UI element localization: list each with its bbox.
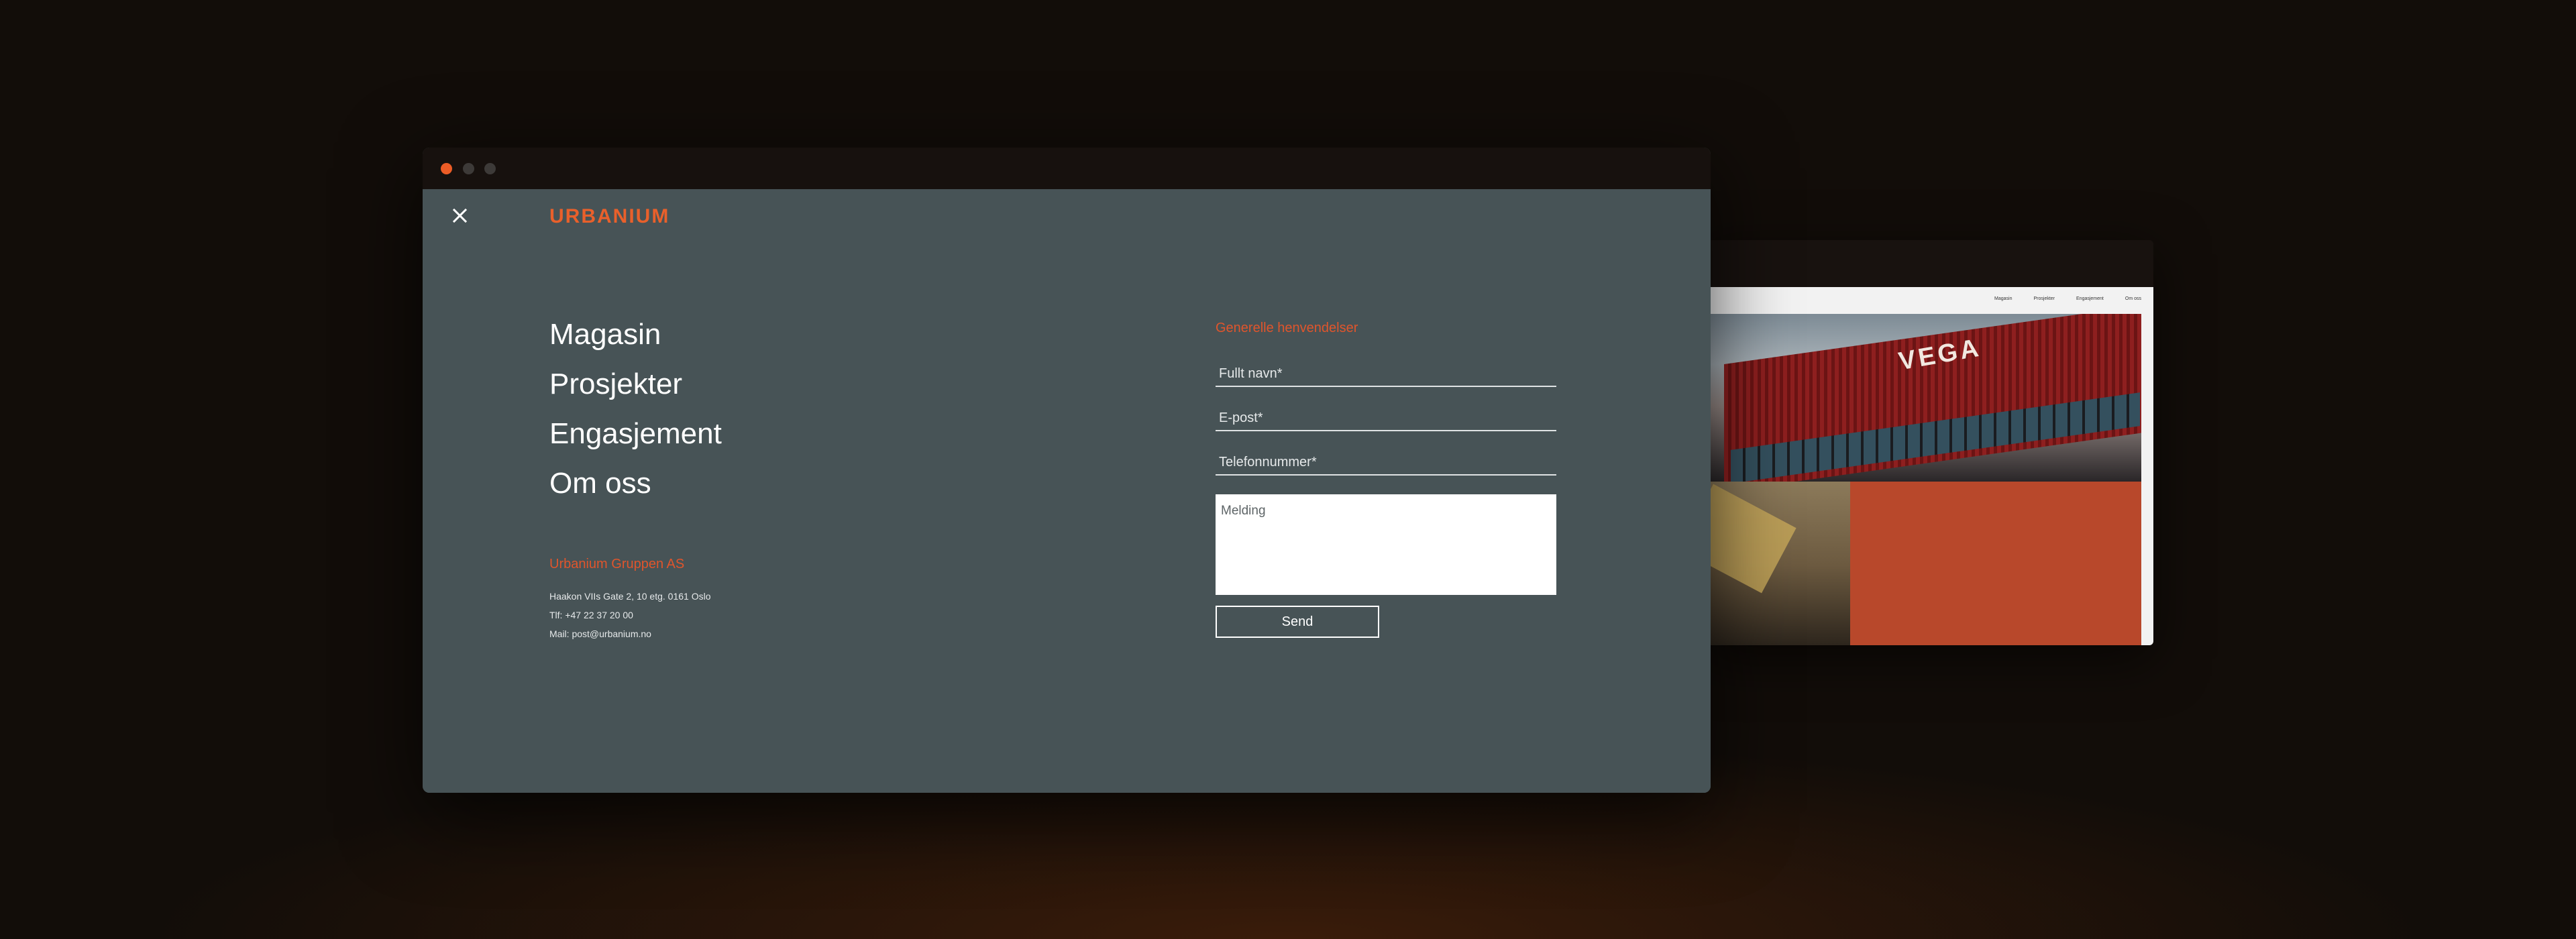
plaque <box>1704 484 1796 594</box>
contact-form: Generelle henvendelser Send <box>1216 321 1556 638</box>
name-field-wrapper <box>1216 363 1556 387</box>
window-close-dot[interactable] <box>441 163 452 174</box>
email-input[interactable] <box>1216 407 1556 429</box>
window-titlebar <box>423 148 1711 189</box>
background-nav-item: Engasjement <box>2076 296 2104 301</box>
full-name-input[interactable] <box>1216 363 1556 384</box>
company-name: Urbanium Gruppen AS <box>549 557 685 571</box>
contact-form-heading: Generelle henvendelser <box>1216 321 1358 335</box>
background-nav: Magasin Prosjekter Engasjement Om oss <box>1994 296 2141 301</box>
company-info: Urbanium Gruppen AS Haakon VIIs Gate 2, … <box>549 557 710 643</box>
menu-item-magasin[interactable]: Magasin <box>549 310 722 360</box>
window-minimize-dot[interactable] <box>463 163 474 174</box>
main-menu: Magasin Prosjekter Engasjement Om oss <box>549 310 722 508</box>
company-phone[interactable]: Tlf: +47 22 37 20 00 <box>549 606 710 624</box>
logo[interactable]: URBANIUM <box>549 205 669 228</box>
building-photo: VEGA <box>1704 314 2141 482</box>
background-window-titlebar <box>1704 240 2153 287</box>
menu-overlay: URBANIUM Magasin Prosjekter Engasjement … <box>423 189 1711 793</box>
background-website-preview: Magasin Prosjekter Engasjement Om oss VE… <box>1704 287 2153 645</box>
window-maximize-dot[interactable] <box>484 163 496 174</box>
background-nav-item: Magasin <box>1994 296 2012 301</box>
main-browser-window: URBANIUM Magasin Prosjekter Engasjement … <box>423 148 1711 793</box>
background-nav-item: Prosjekter <box>2033 296 2055 301</box>
phone-field-wrapper <box>1216 451 1556 476</box>
orange-tile <box>1850 482 2141 645</box>
close-icon[interactable] <box>449 205 470 225</box>
menu-item-om-oss[interactable]: Om oss <box>549 459 722 508</box>
message-textarea[interactable] <box>1216 494 1556 595</box>
menu-item-engasjement[interactable]: Engasjement <box>549 409 722 459</box>
plaque-photo-tile <box>1704 482 1850 645</box>
email-field-wrapper <box>1216 407 1556 431</box>
background-browser-window: Magasin Prosjekter Engasjement Om oss VE… <box>1704 240 2153 645</box>
company-email[interactable]: Mail: post@urbanium.no <box>549 624 710 643</box>
company-address: Haakon VIIs Gate 2, 10 etg. 0161 Oslo <box>549 591 711 602</box>
send-button[interactable]: Send <box>1216 606 1379 638</box>
menu-item-prosjekter[interactable]: Prosjekter <box>549 360 722 409</box>
phone-input[interactable] <box>1216 451 1556 473</box>
background-nav-item: Om oss <box>2125 296 2141 301</box>
